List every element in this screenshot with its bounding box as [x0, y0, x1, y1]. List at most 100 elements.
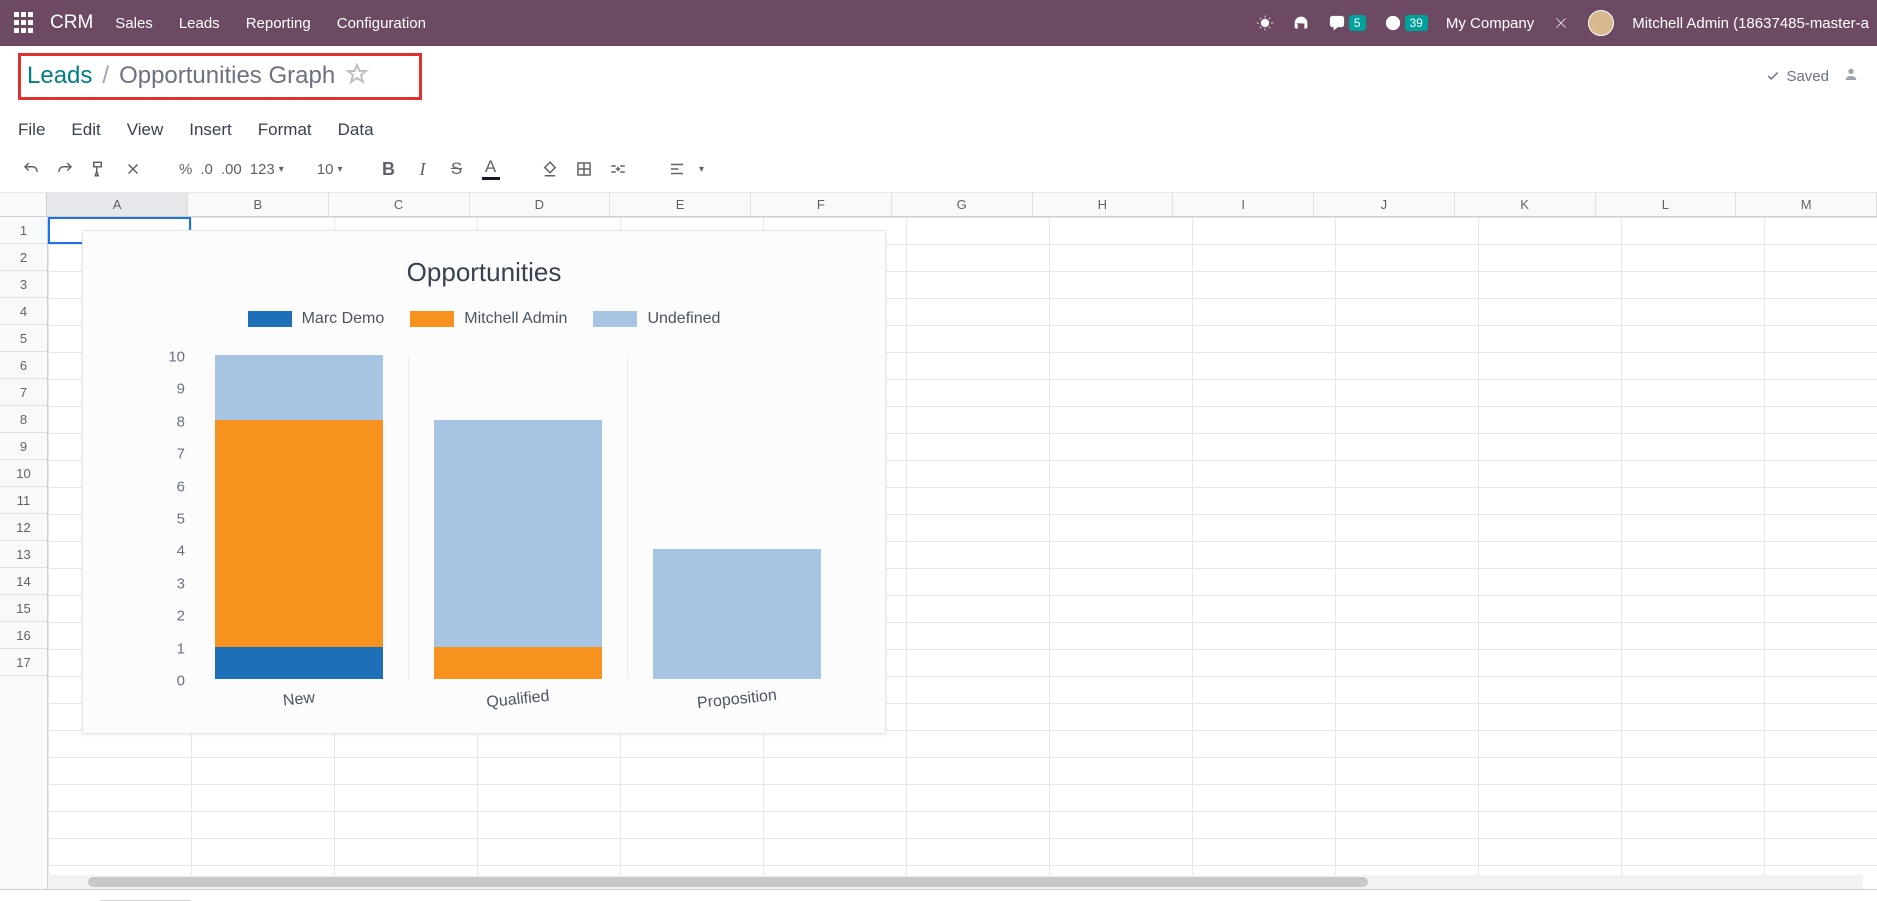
clock-badge: 39: [1405, 15, 1428, 31]
col-header[interactable]: J: [1314, 193, 1455, 216]
legend-item: Undefined: [593, 310, 720, 328]
row-header[interactable]: 11: [0, 487, 47, 514]
sheet-tab-bar: ＋ ≡ Sheet1▾: [0, 889, 1877, 901]
row-headers: 1 2 3 4 5 6 7 8 9 10 11 12 13 14 15 16 1…: [0, 217, 48, 889]
col-header[interactable]: M: [1736, 193, 1877, 216]
chart-opportunities[interactable]: Opportunities Marc Demo Mitchell Admin U…: [82, 230, 886, 734]
debug-icon[interactable]: [1256, 14, 1274, 32]
favorite-star-icon[interactable]: [345, 62, 369, 91]
undo-icon[interactable]: [14, 154, 48, 184]
font-size-select[interactable]: 10: [313, 161, 347, 178]
row-header[interactable]: 8: [0, 406, 47, 433]
chart-y-axis: 012345678910: [165, 357, 189, 679]
column-headers: A B C D E F G H I J K L M: [0, 193, 1877, 217]
format-dec-2[interactable]: .00: [217, 161, 246, 178]
breadcrumb-highlight: Leads / Opportunities Graph: [18, 53, 422, 100]
chart-x-axis: NewQualifiedProposition: [189, 691, 845, 719]
row-header[interactable]: 1: [0, 217, 47, 244]
col-header[interactable]: I: [1173, 193, 1314, 216]
add-sheet-icon[interactable]: ＋: [8, 896, 44, 901]
row-header[interactable]: 3: [0, 271, 47, 298]
row-header[interactable]: 13: [0, 541, 47, 568]
col-header[interactable]: C: [329, 193, 470, 216]
col-header[interactable]: B: [188, 193, 329, 216]
horizontal-scrollbar[interactable]: [48, 875, 1863, 889]
legend-item: Mitchell Admin: [410, 310, 567, 328]
row-header[interactable]: 6: [0, 352, 47, 379]
align-icon[interactable]: [660, 154, 694, 184]
nav-configuration[interactable]: Configuration: [337, 15, 426, 32]
italic-button[interactable]: I: [406, 154, 440, 184]
share-users-icon[interactable]: [1829, 66, 1859, 87]
user-name[interactable]: Mitchell Admin (18637485-master-a: [1632, 15, 1869, 32]
chart-plot-area: [189, 357, 845, 679]
col-header[interactable]: H: [1033, 193, 1174, 216]
all-sheets-icon[interactable]: ≡: [50, 896, 86, 901]
menu-edit[interactable]: Edit: [71, 120, 100, 140]
nav-leads[interactable]: Leads: [179, 15, 220, 32]
paint-format-icon[interactable]: [82, 154, 116, 184]
row-header[interactable]: 9: [0, 433, 47, 460]
redo-icon[interactable]: [48, 154, 82, 184]
top-nav: Sales Leads Reporting Configuration: [115, 15, 426, 32]
merge-cells-icon[interactable]: [601, 154, 635, 184]
support-icon[interactable]: [1292, 14, 1310, 32]
format-dec-1[interactable]: .0: [196, 161, 217, 178]
breadcrumb-parent[interactable]: Leads: [27, 62, 92, 90]
menu-file[interactable]: File: [18, 120, 45, 140]
row-header[interactable]: 7: [0, 379, 47, 406]
chat-icon[interactable]: 5: [1328, 14, 1366, 32]
app-brand[interactable]: CRM: [50, 12, 93, 34]
fill-color-icon[interactable]: [533, 154, 567, 184]
app-topbar: CRM Sales Leads Reporting Configuration …: [0, 0, 1877, 46]
col-header[interactable]: D: [470, 193, 611, 216]
row-header[interactable]: 12: [0, 514, 47, 541]
format-percent[interactable]: %: [175, 161, 196, 178]
format-123[interactable]: 123: [246, 161, 288, 178]
breadcrumb-current: Opportunities Graph: [119, 62, 335, 90]
text-color-button[interactable]: A: [474, 154, 508, 184]
spreadsheet-grid[interactable]: A B C D E F G H I J K L M 1 2 3 4 5 6 7 …: [0, 193, 1877, 889]
chart-title: Opportunities: [83, 257, 885, 288]
chat-badge: 5: [1349, 15, 1366, 31]
row-header[interactable]: 10: [0, 460, 47, 487]
col-header[interactable]: G: [892, 193, 1033, 216]
nav-reporting[interactable]: Reporting: [246, 15, 311, 32]
row-header[interactable]: 5: [0, 325, 47, 352]
row-header[interactable]: 14: [0, 568, 47, 595]
col-header[interactable]: K: [1455, 193, 1596, 216]
col-header[interactable]: F: [751, 193, 892, 216]
user-avatar[interactable]: [1588, 10, 1614, 36]
spreadsheet-toolbar: % .0 .00 123 10 B I S A ▾: [0, 150, 1877, 193]
col-header[interactable]: A: [47, 193, 188, 216]
chart-legend: Marc Demo Mitchell Admin Undefined: [83, 310, 885, 328]
clear-format-icon[interactable]: [116, 154, 150, 184]
saved-indicator: Saved: [1766, 68, 1829, 85]
borders-icon[interactable]: [567, 154, 601, 184]
col-header[interactable]: L: [1596, 193, 1737, 216]
menu-insert[interactable]: Insert: [189, 120, 232, 140]
legend-item: Marc Demo: [248, 310, 385, 328]
bold-button[interactable]: B: [372, 154, 406, 184]
col-header[interactable]: E: [610, 193, 751, 216]
row-header[interactable]: 16: [0, 622, 47, 649]
row-header[interactable]: 4: [0, 298, 47, 325]
nav-sales[interactable]: Sales: [115, 15, 153, 32]
breadcrumb-row: Leads / Opportunities Graph Saved: [0, 46, 1877, 106]
row-header[interactable]: 17: [0, 649, 47, 676]
clock-icon[interactable]: 39: [1384, 14, 1428, 32]
align-caret-icon[interactable]: ▾: [694, 154, 710, 184]
row-header[interactable]: 15: [0, 595, 47, 622]
apps-grid-icon[interactable]: [14, 12, 36, 34]
strike-button[interactable]: S: [440, 154, 474, 184]
check-icon: [1766, 69, 1780, 83]
breadcrumb-sep: /: [102, 62, 109, 90]
spreadsheet-menubar: File Edit View Insert Format Data: [0, 106, 1877, 150]
menu-format[interactable]: Format: [258, 120, 312, 140]
cell-area[interactable]: Opportunities Marc Demo Mitchell Admin U…: [48, 217, 1877, 889]
menu-view[interactable]: View: [127, 120, 164, 140]
row-header[interactable]: 2: [0, 244, 47, 271]
tools-icon[interactable]: [1552, 14, 1570, 32]
company-name[interactable]: My Company: [1446, 15, 1534, 32]
menu-data[interactable]: Data: [338, 120, 374, 140]
